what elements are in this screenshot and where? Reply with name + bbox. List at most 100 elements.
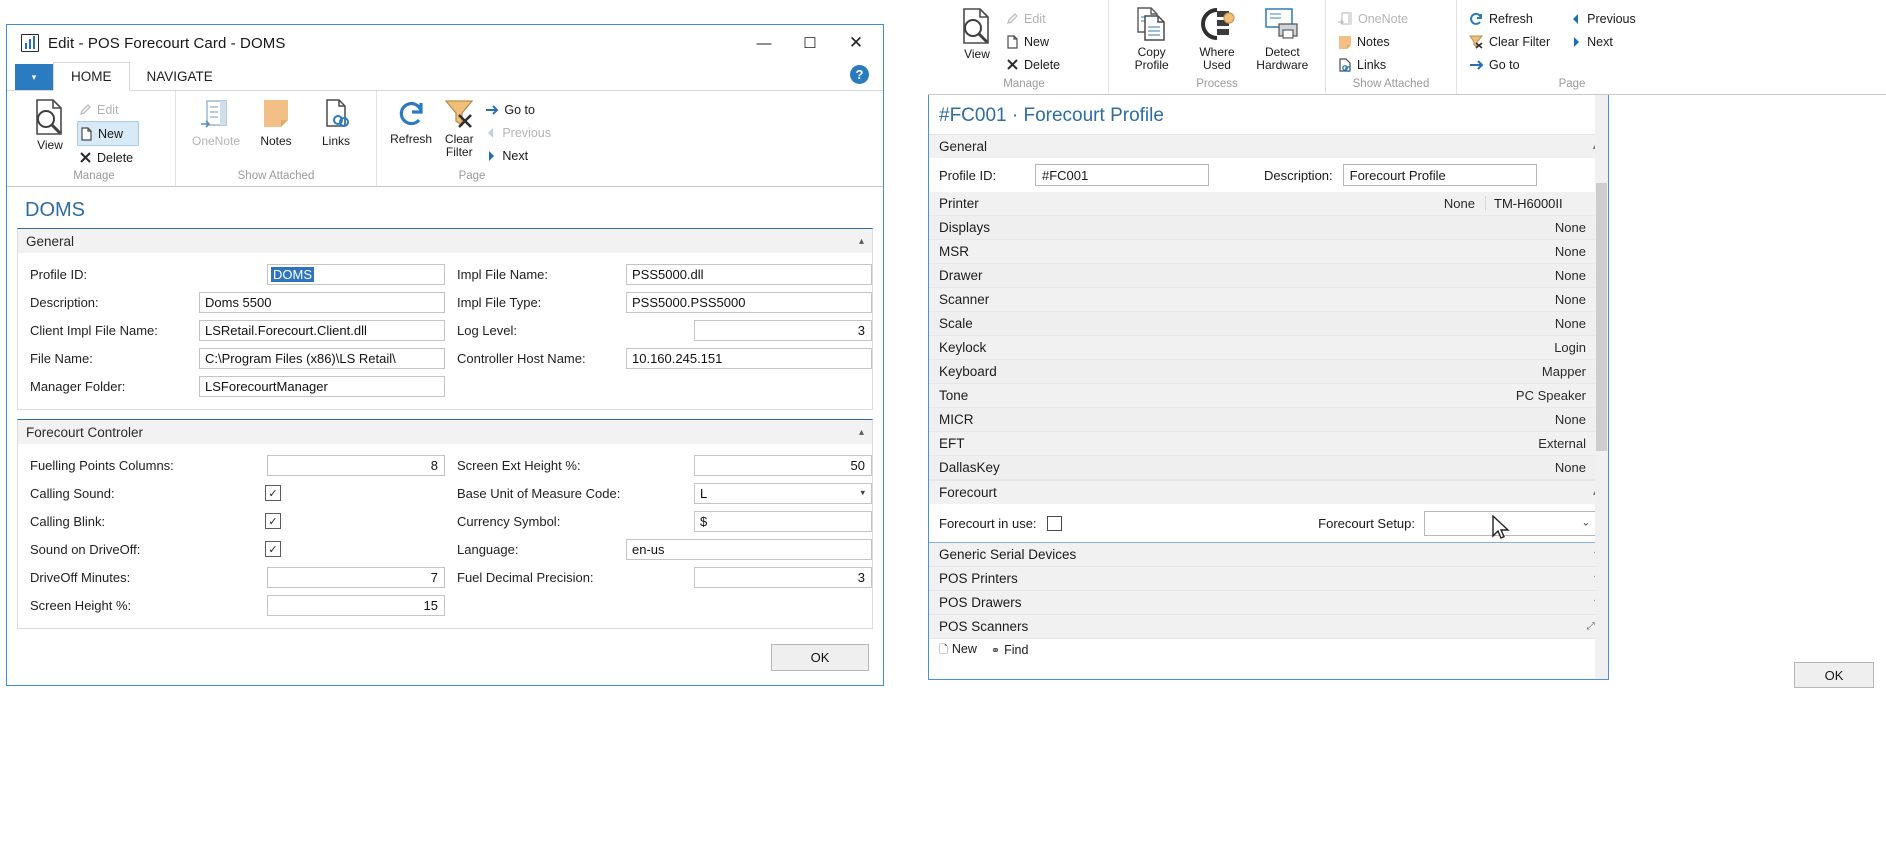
right-previous-button[interactable]: Previous	[1568, 7, 1642, 30]
view-button[interactable]: View	[23, 95, 77, 152]
left-ok-button[interactable]: OK	[771, 644, 869, 671]
right-goto-button[interactable]: Go to	[1467, 53, 1556, 76]
field-file-name: File Name: C:\Program Files (x86)\LS Ret…	[18, 344, 445, 372]
quick-access-dropdown[interactable]: ▾	[15, 64, 53, 90]
log-level-input[interactable]: 3	[694, 319, 872, 341]
list-row-generic-serial-devices[interactable]: Generic Serial Devices ▾	[929, 542, 1608, 567]
right-links-button[interactable]: Links	[1336, 53, 1414, 76]
clear-filter-button[interactable]: Clear Filter	[435, 95, 483, 159]
app-chart-icon	[21, 34, 39, 52]
minimize-button[interactable]: —	[741, 28, 787, 58]
notes-button[interactable]: Notes	[249, 95, 303, 148]
detect-hardware-button[interactable]: Detect Hardware	[1255, 4, 1309, 72]
file-name-input[interactable]: C:\Program Files (x86)\LS Retail\	[199, 347, 445, 369]
footer-new-action[interactable]: 🗋 New	[939, 641, 977, 660]
onenote-button[interactable]: OneNote	[189, 95, 243, 148]
right-next-button[interactable]: Next	[1568, 30, 1642, 53]
impl-file-type-input[interactable]: PSS5000.PSS5000	[626, 291, 872, 313]
links-button[interactable]: Links	[309, 95, 363, 148]
goto-button[interactable]: Go to	[483, 98, 557, 121]
right-delete-button[interactable]: Delete	[1004, 53, 1066, 76]
screen-height-input[interactable]: 15	[267, 594, 445, 616]
where-used-button[interactable]: Where Used	[1190, 4, 1244, 72]
language-input[interactable]: en-us	[626, 538, 872, 560]
sound-on-driveoff-checkbox[interactable]: ✓	[265, 541, 281, 557]
tab-navigate[interactable]: NAVIGATE	[130, 63, 230, 90]
right-edit-button[interactable]: Edit	[1004, 7, 1066, 30]
help-icon[interactable]: ?	[850, 65, 869, 84]
edit-button[interactable]: Edit	[77, 98, 139, 121]
base-unit-of-measure-code-dropdown[interactable]: L ▾	[694, 482, 872, 504]
right-panel-scrollbar[interactable]	[1595, 95, 1608, 679]
description-input[interactable]: Doms 5500	[199, 291, 445, 313]
device-row-drawer[interactable]: Drawer None ▾	[929, 264, 1608, 288]
controller-host-name-input[interactable]: 10.160.245.151	[626, 347, 872, 369]
right-notes-button[interactable]: Notes	[1336, 30, 1414, 53]
fuelling-points-columns-input[interactable]: 8	[267, 454, 445, 476]
device-row-micr[interactable]: MICR None ▾	[929, 408, 1608, 432]
goto-arrow-icon	[485, 104, 499, 116]
copy-profile-button[interactable]: Copy Profile	[1125, 4, 1179, 72]
right-profile-id-input[interactable]: #FC001	[1035, 164, 1209, 186]
calling-blink-checkbox[interactable]: ✓	[265, 513, 281, 529]
device-row-keylock[interactable]: Keylock Login ▾	[929, 336, 1608, 360]
impl-file-name-input[interactable]: PSS5000.dll	[626, 263, 872, 285]
section-forecourt-controler-header[interactable]: Forecourt Controler ▴	[18, 420, 872, 444]
device-row-scanner[interactable]: Scanner None ▾	[929, 288, 1608, 312]
right-refresh-button[interactable]: Refresh	[1467, 7, 1556, 30]
device-value: None	[1443, 196, 1475, 211]
driveoff-minutes-input[interactable]: 7	[267, 566, 445, 588]
device-row-eft[interactable]: EFT External ▾	[929, 432, 1608, 456]
forecourt-setup-dropdown[interactable]: ⌄	[1424, 510, 1598, 536]
device-row-keyboard[interactable]: Keyboard Mapper ▾	[929, 360, 1608, 384]
tab-home[interactable]: HOME	[53, 62, 130, 91]
device-value: Mapper	[1541, 364, 1586, 379]
new-button[interactable]: New	[77, 121, 140, 146]
right-description-input[interactable]: Forecourt Profile	[1342, 164, 1537, 186]
chevron-down-icon[interactable]: ⌄	[1582, 518, 1590, 529]
right-new-button[interactable]: New	[1004, 30, 1066, 53]
list-row-pos-drawers[interactable]: POS Drawers ▾	[929, 591, 1608, 615]
list-row-label: Generic Serial Devices	[939, 547, 1077, 562]
fuel-decimal-precision-input[interactable]: 3	[694, 566, 872, 588]
footer-find-action[interactable]: ⚭ Find	[991, 643, 1029, 657]
forecourt-in-use-checkbox[interactable]	[1046, 515, 1062, 531]
section-general-header[interactable]: General ▴	[18, 229, 872, 253]
right-section-forecourt-header[interactable]: Forecourt ▴	[929, 480, 1608, 504]
right-onenote-button[interactable]: OneNote	[1336, 7, 1414, 30]
chevron-up-icon[interactable]: ▴	[859, 236, 864, 247]
device-row-scale[interactable]: Scale None ▾	[929, 312, 1608, 336]
client-impl-file-name-input[interactable]: LSRetail.Forecourt.Client.dll	[199, 319, 445, 341]
delete-button[interactable]: Delete	[77, 146, 139, 169]
device-row-displays[interactable]: Displays None ▾	[929, 216, 1608, 240]
manager-folder-input[interactable]: LSForecourtManager	[199, 375, 445, 397]
right-general-row: Profile ID: #FC001 Description: Forecour…	[929, 158, 1608, 192]
close-button[interactable]: ✕	[833, 28, 879, 58]
next-button[interactable]: Next	[483, 144, 557, 167]
field-log-level-label: Log Level:	[457, 322, 517, 338]
device-row-tone[interactable]: Tone PC Speaker ▾	[929, 384, 1608, 408]
profile-id-value: DOMS	[271, 266, 314, 282]
profile-id-input[interactable]: DOMS	[267, 263, 445, 285]
currency-symbol-input[interactable]: $	[694, 510, 872, 532]
list-row-pos-scanners[interactable]: POS Scanners ⤢▴	[929, 615, 1608, 639]
previous-button[interactable]: Previous	[483, 121, 557, 144]
right-notes-button-label: Notes	[1357, 34, 1390, 49]
device-row-dallaskey[interactable]: DallasKey None ▾	[929, 456, 1608, 480]
right-section-general-header[interactable]: General ▴	[929, 134, 1608, 158]
maximize-button[interactable]: ☐	[787, 28, 833, 58]
calling-sound-checkbox[interactable]: ✓	[265, 485, 281, 501]
device-row-printer[interactable]: Printer None TM-H6000II ▾	[929, 192, 1608, 216]
chevron-down-icon[interactable]: ▾	[860, 488, 865, 499]
right-view-button[interactable]: View	[950, 4, 1004, 61]
scrollbar-thumb[interactable]	[1596, 183, 1607, 451]
right-ok-button[interactable]: OK	[1794, 662, 1874, 688]
list-row-pos-printers[interactable]: POS Printers ▾	[929, 567, 1608, 591]
field-description-label: Description:	[30, 294, 99, 310]
right-clear-filter-button[interactable]: Clear Filter	[1467, 30, 1556, 53]
refresh-button[interactable]: Refresh	[387, 95, 435, 146]
device-row-msr[interactable]: MSR None ▾	[929, 240, 1608, 264]
previous-arrow-icon	[485, 127, 497, 139]
chevron-up-icon-2[interactable]: ▴	[859, 427, 864, 438]
screen-ext-height-input[interactable]: 50	[694, 454, 872, 476]
